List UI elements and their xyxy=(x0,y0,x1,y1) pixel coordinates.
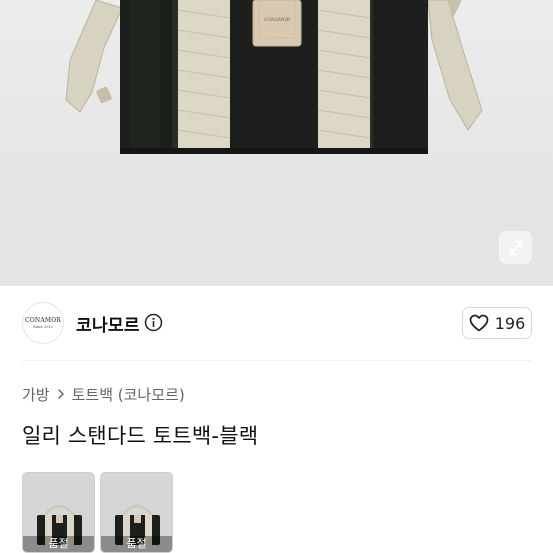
thumbnail-item[interactable]: 품절 xyxy=(22,472,95,553)
chevron-right-icon xyxy=(57,389,64,399)
breadcrumb-subcategory[interactable]: 토트백 (코나모르) xyxy=(72,384,185,405)
like-button[interactable]: 196 xyxy=(462,307,532,339)
seller-row: CONAMOR Since 2012 코나모르 196 xyxy=(0,300,553,346)
product-photo: CONAMOR xyxy=(65,0,483,154)
thumbnail-list: 품절 품절 xyxy=(22,472,173,553)
sold-out-label: 품절 xyxy=(101,536,172,552)
heart-icon xyxy=(469,314,489,332)
thumbnail-item[interactable]: 품절 xyxy=(100,472,173,553)
divider xyxy=(22,360,531,361)
product-title: 일리 스탠다드 토트백-블랙 xyxy=(22,424,259,448)
like-count: 196 xyxy=(494,313,526,333)
expand-icon xyxy=(508,240,523,255)
seller-logo-subtext: Since 2012 xyxy=(33,325,53,329)
breadcrumb: 가방 토트백 (코나모르) xyxy=(22,384,185,404)
bag-tag-text: CONAMOR xyxy=(264,17,291,23)
seller-avatar[interactable]: CONAMOR Since 2012 xyxy=(22,302,64,344)
product-image-hero[interactable]: CONAMOR xyxy=(0,0,553,286)
seller-logo-text: CONAMOR xyxy=(24,317,62,324)
expand-button[interactable] xyxy=(499,231,532,264)
breadcrumb-category[interactable]: 가방 xyxy=(22,384,50,405)
sold-out-label: 품절 xyxy=(23,536,94,552)
info-icon[interactable] xyxy=(144,313,163,332)
seller-name[interactable]: 코나모르 xyxy=(76,311,140,336)
